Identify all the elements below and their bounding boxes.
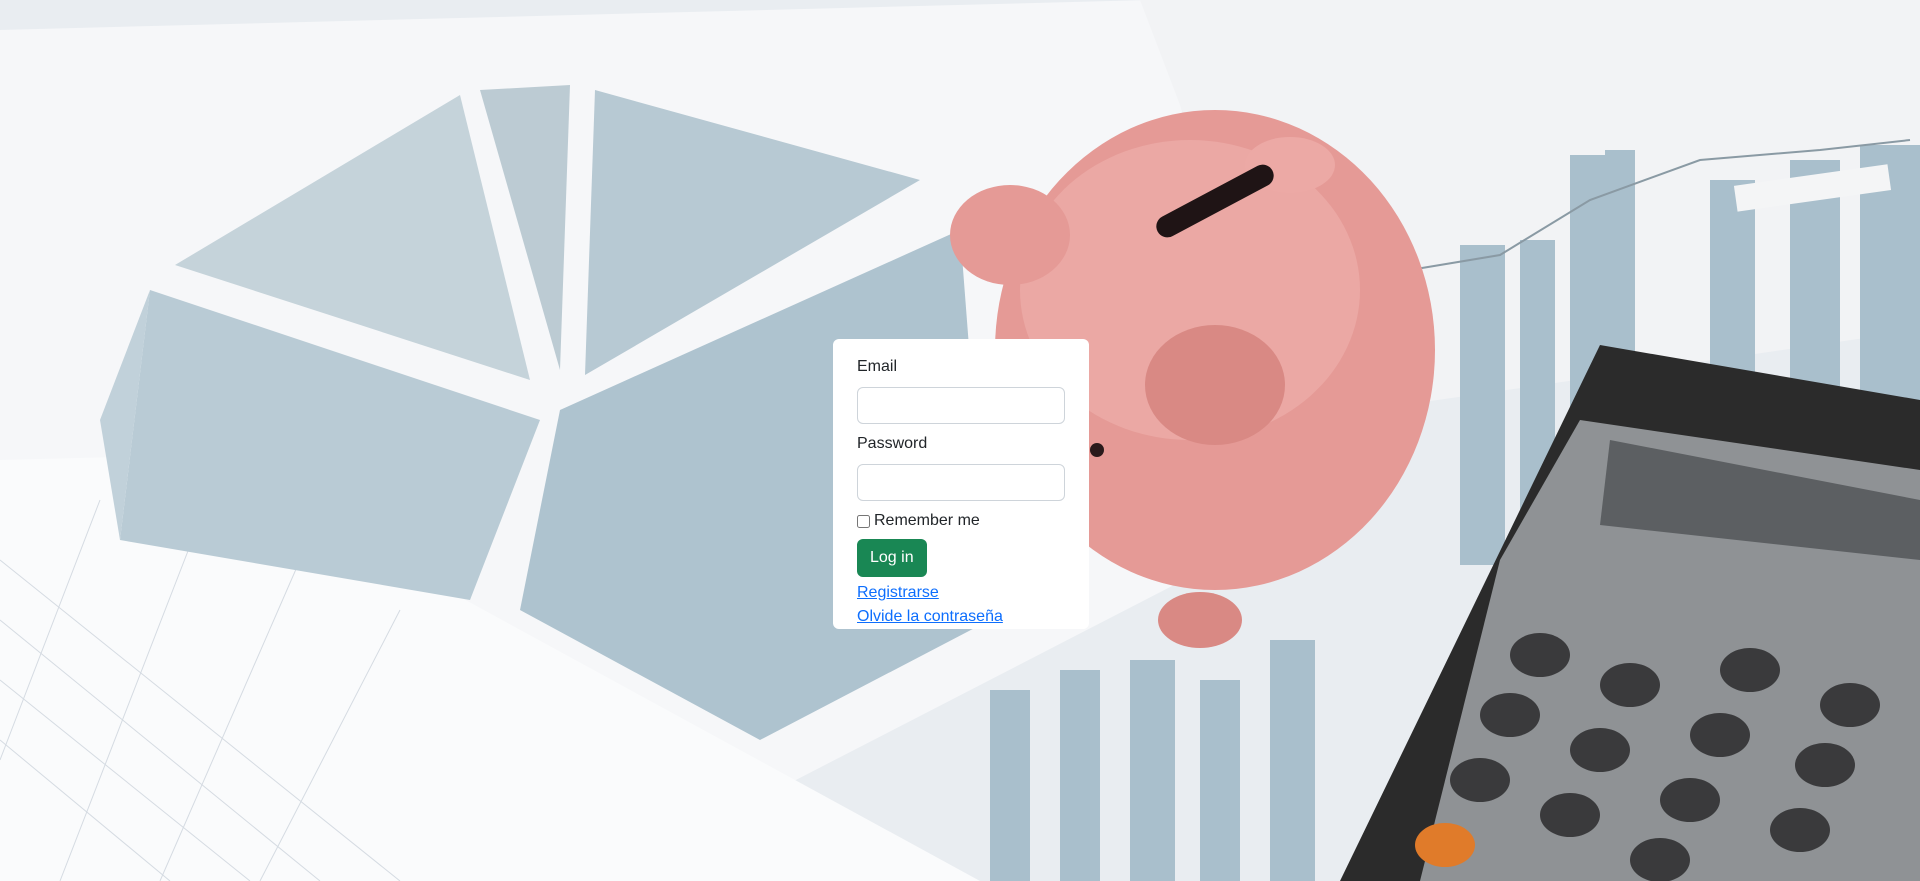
forgot-password-link[interactable]: Olvide la contraseña <box>857 605 1065 629</box>
login-button[interactable]: Log in <box>857 539 927 577</box>
password-label: Password <box>857 435 928 452</box>
remember-me-label: Remember me <box>874 512 980 529</box>
login-form: Email Password Remember me Log in Regist… <box>833 339 1089 629</box>
remember-me-checkbox[interactable] <box>857 514 870 528</box>
email-label: Email <box>857 358 898 375</box>
password-input[interactable] <box>857 464 1065 501</box>
remember-me-row: Remember me <box>857 511 1065 531</box>
email-input[interactable] <box>857 387 1065 424</box>
register-link[interactable]: Registrarse <box>857 581 1065 605</box>
